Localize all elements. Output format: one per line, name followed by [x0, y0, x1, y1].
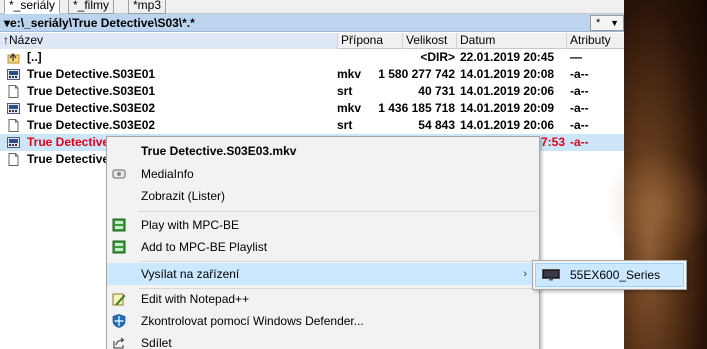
file-size: 1 436 185 718 [378, 101, 455, 115]
menu-separator [139, 261, 537, 262]
filter-value: * [596, 17, 601, 29]
file-size: <DIR> [420, 50, 455, 64]
cast-submenu: 55EX600_Series [532, 260, 687, 290]
file-date: 7:53 [541, 135, 566, 149]
menu-item-notepad-plus[interactable]: Edit with Notepad++ [107, 288, 539, 310]
file-name: True Detective.S03E01 [27, 67, 156, 81]
column-header: ↑Název Přípona Velikost Datum Atributy [0, 33, 624, 49]
column-attributes[interactable]: Atributy [566, 33, 624, 49]
file-size: 1 580 277 742 [378, 67, 455, 81]
mpc-be-playlist-icon [112, 240, 126, 254]
column-extension[interactable]: Přípona [337, 33, 402, 49]
table-row[interactable]: [..] <DIR> 22.01.2019 20:45 — [0, 49, 624, 66]
file-date: 14.01.2019 20:09 [460, 101, 555, 115]
path-bar[interactable]: ▾e:\_seriály\True Detective\S03\*.* * ▼ [0, 14, 624, 32]
mpc-be-icon [112, 218, 126, 232]
file-extension: mkv [337, 101, 362, 115]
file-attributes: -a-- [570, 118, 589, 132]
file-name: True Detective [27, 135, 110, 149]
folder-tabs: *_seriály *_filmy *mp3 [0, 0, 624, 14]
column-name[interactable]: ↑Název [0, 33, 337, 49]
file-size: 40 731 [418, 84, 455, 98]
notepad-plus-icon [112, 293, 126, 306]
current-path: ▾e:\_seriály\True Detective\S03\*.* [4, 16, 195, 30]
up-folder-icon [7, 53, 20, 64]
file-attributes: -a-- [570, 135, 589, 149]
file-date: 22.01.2019 20:45 [460, 50, 555, 64]
menu-item-windows-defender[interactable]: Zkontrolovat pomocí Windows Defender... [107, 310, 539, 332]
context-menu: True Detective.S03E03.mkv MediaInfo Zobr… [106, 136, 540, 349]
text-file-icon [8, 85, 19, 98]
tab-filmy[interactable]: *_filmy [68, 0, 115, 14]
file-name: True Detective.S03E02 [27, 118, 156, 132]
menu-item-share[interactable]: Sdílet [107, 332, 539, 349]
menu-item-mediainfo[interactable]: MediaInfo [107, 163, 539, 185]
chevron-right-icon: › [523, 268, 527, 280]
menu-item-cast-to-device[interactable]: Vysílat na zařízení › [107, 263, 539, 285]
file-attributes: -a-- [570, 67, 589, 81]
file-date: 14.01.2019 20:06 [460, 84, 555, 98]
file-date: 14.01.2019 20:08 [460, 67, 555, 81]
filter-dropdown[interactable]: * ▼ [590, 15, 624, 31]
file-attributes: — [570, 50, 582, 64]
chevron-down-icon: ▼ [610, 18, 619, 28]
file-name: True Detective.S03E01 [27, 84, 156, 98]
share-icon [113, 337, 125, 349]
mediainfo-icon [112, 169, 126, 179]
windows-defender-icon [112, 314, 126, 328]
menu-title: True Detective.S03E03.mkv [141, 144, 297, 158]
tab-serialy[interactable]: *_seriály [4, 0, 61, 14]
menu-item-play-mpc-be[interactable]: Play with MPC-BE [107, 214, 539, 236]
menu-item-add-playlist[interactable]: Add to MPC-BE Playlist [107, 236, 539, 258]
tab-mp3[interactable]: *mp3 [128, 0, 167, 14]
text-file-icon [8, 119, 19, 132]
file-name: [..] [27, 50, 42, 64]
file-attributes: -a-- [570, 84, 589, 98]
menu-separator [139, 211, 537, 212]
column-size[interactable]: Velikost [402, 33, 456, 49]
total-commander-window: { "tabs": [ {"label": "*_seriály", "acti… [0, 0, 707, 349]
table-row[interactable]: True Detective.S03E01 srt 40 731 14.01.2… [0, 83, 624, 100]
file-extension: srt [337, 84, 353, 98]
video-file-icon [7, 103, 20, 114]
table-row[interactable]: True Detective.S03E02 mkv 1 436 185 718 … [0, 100, 624, 117]
video-file-icon [7, 137, 20, 148]
text-file-icon [8, 153, 19, 166]
table-row[interactable]: True Detective.S03E01 mkv 1 580 277 742 … [0, 66, 624, 83]
file-attributes: -a-- [570, 101, 589, 115]
table-row[interactable]: True Detective.S03E02 srt 54 843 14.01.2… [0, 117, 624, 134]
file-date: 14.01.2019 20:06 [460, 118, 555, 132]
video-file-icon [7, 69, 20, 80]
file-name: True Detective.S03E02 [27, 101, 156, 115]
desktop-background [604, 0, 707, 349]
tv-device-icon [542, 269, 560, 281]
submenu-item-device[interactable]: 55EX600_Series [535, 263, 684, 287]
file-extension: mkv [337, 67, 362, 81]
file-name: True Detective [27, 152, 110, 166]
file-size: 54 843 [418, 118, 455, 132]
file-extension: srt [337, 118, 353, 132]
column-date[interactable]: Datum [456, 33, 566, 49]
menu-item-lister[interactable]: Zobrazit (Lister) [107, 185, 539, 207]
